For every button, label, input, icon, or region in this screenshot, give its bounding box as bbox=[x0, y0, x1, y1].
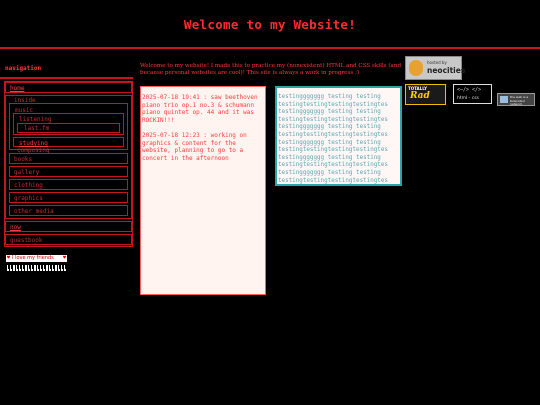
testing-line: testinggggggg testing testing bbox=[278, 124, 381, 131]
testing-line: testingtestingtestingtestingtes bbox=[278, 162, 388, 169]
piano-key-divider bbox=[39, 265, 40, 271]
nav-link-studying[interactable]: studying bbox=[19, 140, 48, 147]
piano-key-divider bbox=[57, 265, 58, 271]
piano-key-divider bbox=[24, 265, 25, 271]
neocities-cat-icon bbox=[409, 60, 423, 76]
testing-line: testinggggggg testing testing bbox=[278, 139, 381, 146]
piano-key-divider bbox=[51, 265, 52, 271]
nav-link-gallery[interactable]: gallery bbox=[14, 169, 39, 176]
piano-key-divider bbox=[36, 265, 37, 271]
heart-icon: ♥ bbox=[62, 255, 66, 261]
testing-line: testingtestingtestingtestingtes bbox=[278, 177, 388, 184]
update-post: 2025-07-18 12:23 : working on graphics &… bbox=[142, 132, 247, 163]
nav-heading: navigation bbox=[5, 65, 42, 72]
piano-key-divider bbox=[9, 265, 10, 271]
friends-badge[interactable]: ♥ I love my friends ♥ bbox=[6, 255, 67, 262]
html-css-text: html - css bbox=[457, 96, 479, 101]
nav-link-home[interactable]: home bbox=[10, 85, 24, 92]
testing-line: testingtestingtestingtestingtes bbox=[278, 147, 388, 154]
nav-link-guestbook[interactable]: guestbook bbox=[10, 237, 43, 244]
totally-rad-button[interactable]: TOTALLY Rad bbox=[405, 84, 446, 105]
piano-key-divider bbox=[27, 265, 28, 271]
neocities-big-text: neocities bbox=[427, 66, 466, 75]
nav-link-last-fm[interactable]: last.fm bbox=[24, 125, 49, 132]
nav-now-box bbox=[5, 221, 132, 232]
piano-key-divider bbox=[18, 265, 19, 271]
piano-key-divider bbox=[45, 265, 46, 271]
neocities-small-text: hosted by bbox=[427, 60, 447, 65]
nav-link-books[interactable]: books bbox=[14, 156, 32, 163]
testing-line: testinggggggg testing testing bbox=[278, 109, 381, 116]
testing-line: testinggggggg testing testing bbox=[278, 154, 381, 161]
nav-link-other-media[interactable]: other media bbox=[14, 208, 54, 215]
friends-badge-label: I love my friends bbox=[12, 255, 54, 261]
html-tag-text: <̶/> </> bbox=[457, 87, 482, 93]
testing-line: testinggggggg testing testing bbox=[278, 94, 381, 100]
neocities-button[interactable]: hosted by neocities bbox=[405, 56, 466, 80]
testing-line: testingtestingtestingtestingtes bbox=[278, 101, 388, 108]
heart-icon: ♥ bbox=[7, 255, 11, 261]
nav-link-graphics[interactable]: graphics bbox=[14, 195, 43, 202]
page-title: Welcome to my Website! bbox=[183, 17, 357, 32]
piano-key-divider bbox=[30, 265, 31, 271]
testing-line: testingtestingtestingtestingtes bbox=[278, 116, 388, 123]
piano-key-divider bbox=[33, 265, 34, 271]
piano-key-divider bbox=[6, 265, 7, 271]
piano-key-divider bbox=[48, 265, 49, 271]
nav-link-now[interactable]: now bbox=[10, 224, 21, 231]
piano-key-divider bbox=[12, 265, 13, 271]
piano-key-divider bbox=[66, 265, 67, 271]
testing-box[interactable]: testinggggggg testing testing testingtest… bbox=[275, 86, 402, 186]
nav-link-clothing[interactable]: clothing bbox=[14, 182, 43, 189]
testing-line: testinggggggg testing testing bbox=[278, 170, 381, 176]
html-css-button[interactable]: <̶/> </> html - css bbox=[453, 84, 492, 104]
piano-key-divider bbox=[63, 265, 64, 271]
piano-key-divider bbox=[54, 265, 55, 271]
piano-key-divider bbox=[60, 265, 61, 271]
piano-keys-badge bbox=[6, 265, 67, 271]
federated-icon bbox=[500, 96, 508, 103]
title-divider bbox=[0, 47, 540, 49]
piano-key-divider bbox=[42, 265, 43, 271]
testing-line: testingtestingtestingtestingtes bbox=[278, 132, 388, 138]
welcome-text: Welcome to my website! I made this to pr… bbox=[140, 63, 402, 76]
nav-divider bbox=[0, 77, 133, 79]
piano-key-divider bbox=[15, 265, 16, 271]
nav-link-listening[interactable]: listening bbox=[19, 116, 52, 123]
updates-box[interactable]: 2025-07-18 19:41 : saw beethoven piano t… bbox=[140, 86, 266, 295]
piano-key-divider bbox=[21, 265, 22, 271]
federated-text: the web is a federated network bbox=[510, 95, 529, 106]
federated-web-button[interactable]: the web is a federated network bbox=[497, 93, 535, 106]
rad-big-text: Rad bbox=[410, 91, 430, 101]
update-post: 2025-07-18 19:41 : saw beethoven piano t… bbox=[142, 94, 258, 125]
